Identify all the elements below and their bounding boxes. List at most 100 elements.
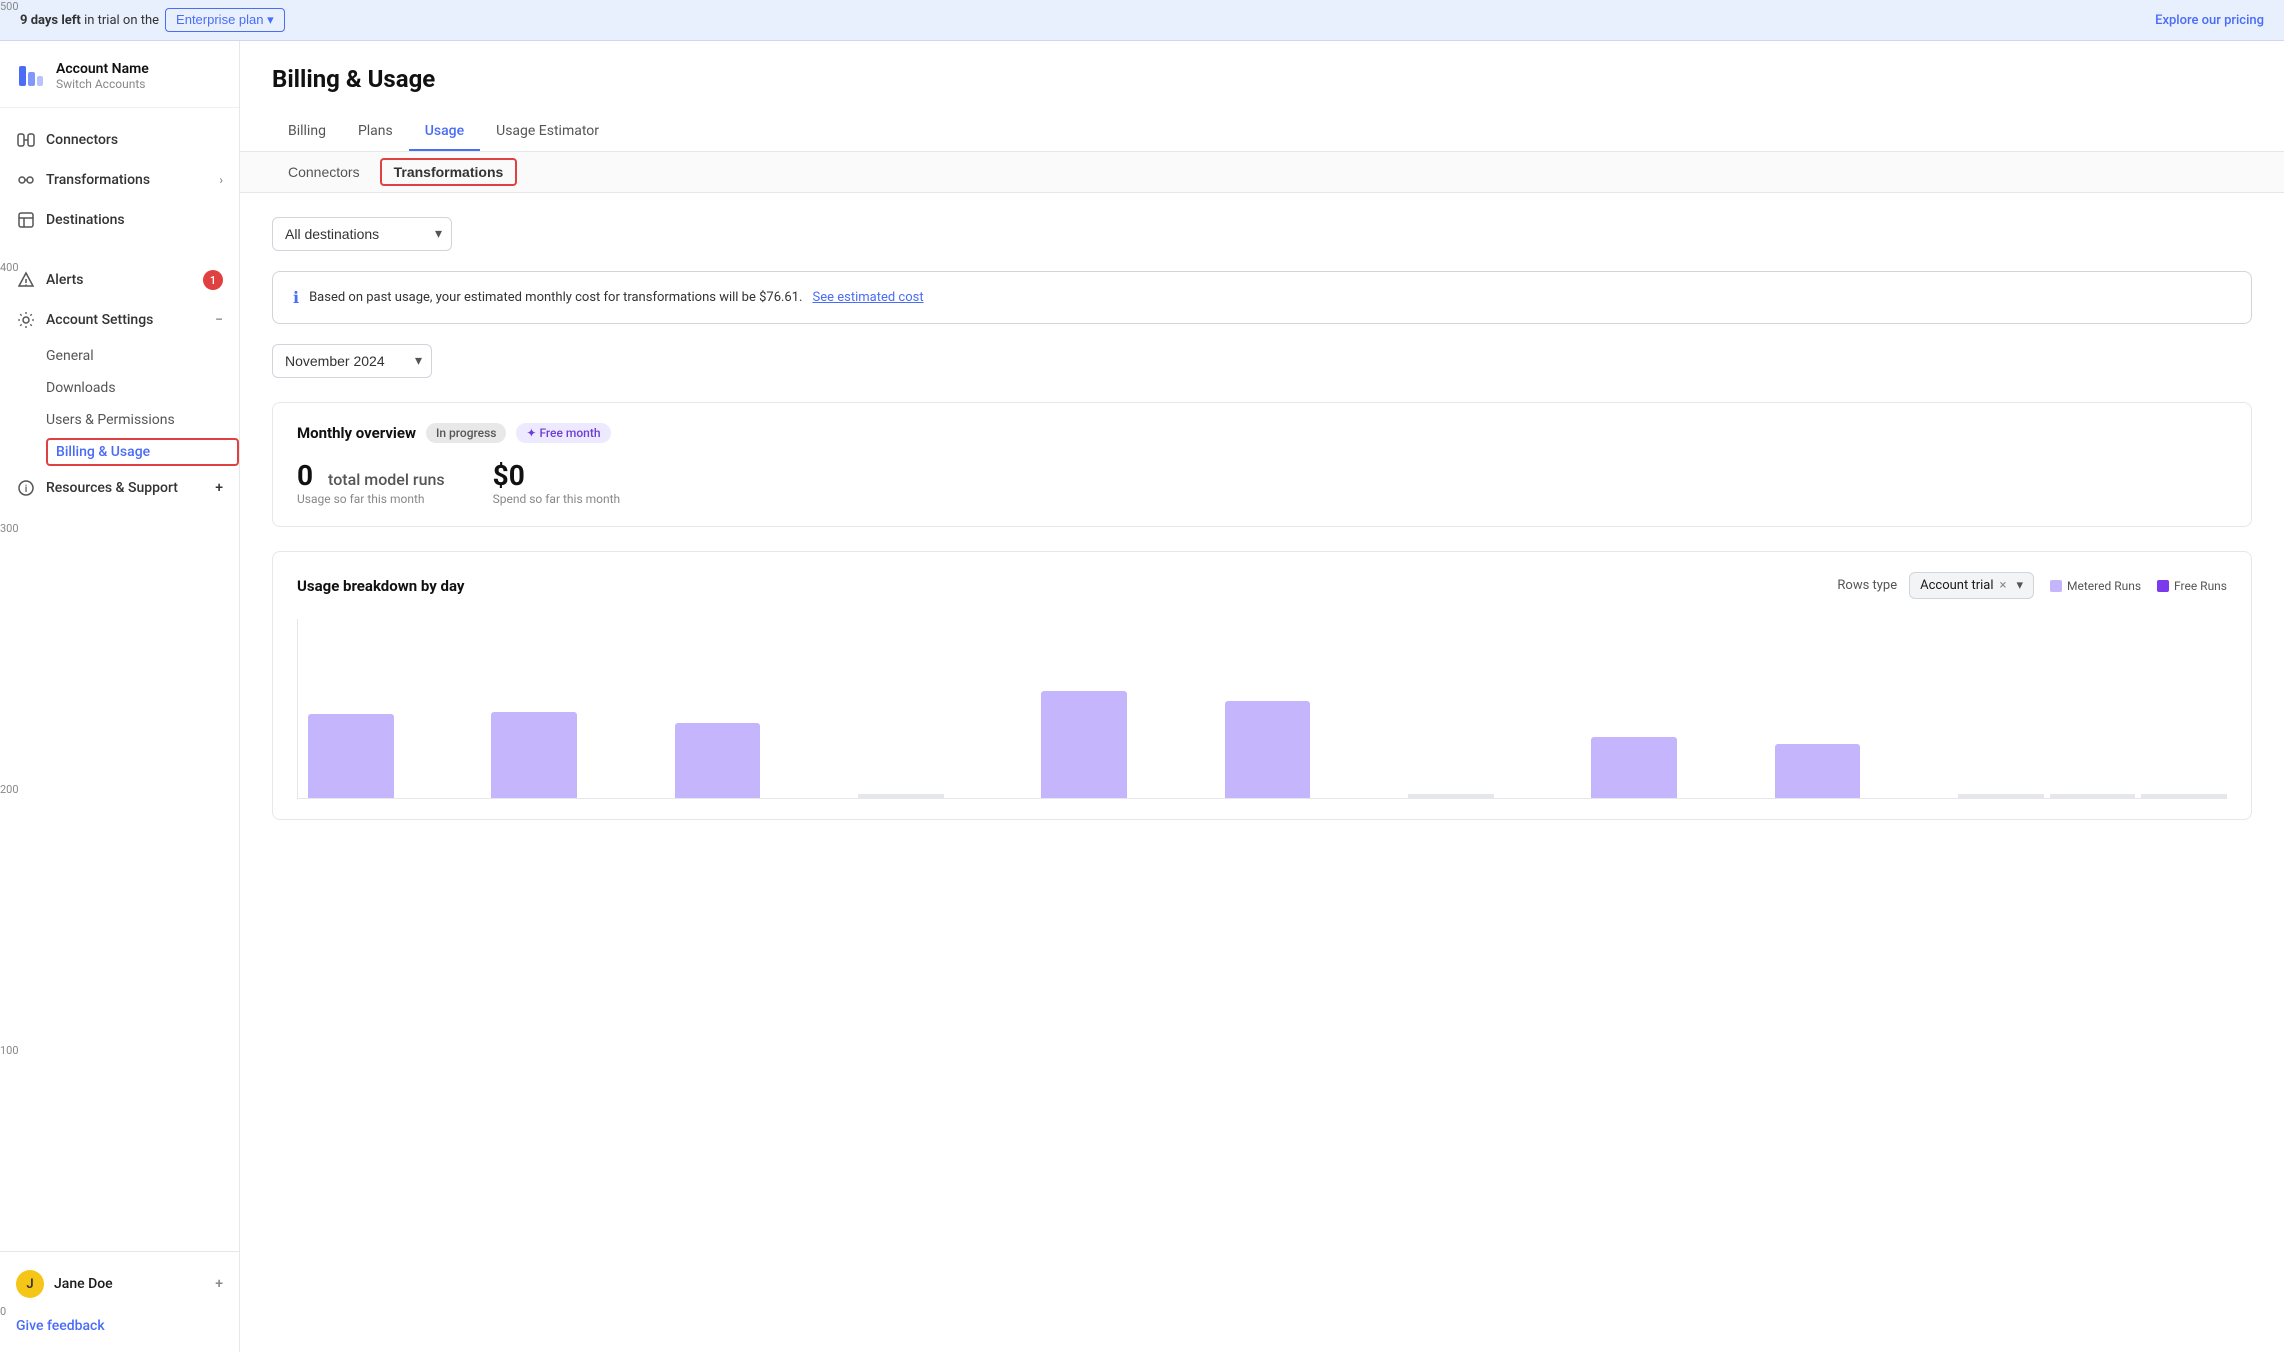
bar-1 xyxy=(308,714,394,798)
plus-icon: + xyxy=(215,480,223,496)
page-title: Billing & Usage xyxy=(272,65,2252,93)
chart-legend: Metered Runs Free Runs xyxy=(2050,579,2227,593)
monthly-overview-title: Monthly overview xyxy=(297,424,416,442)
sidebar: Account Name Switch Accounts Connectors … xyxy=(0,41,240,1352)
sidebar-bottom: J Jane Doe + Give feedback xyxy=(0,1251,239,1352)
sidebar-item-downloads[interactable]: Downloads xyxy=(46,372,239,404)
destinations-label: Destinations xyxy=(46,212,125,228)
resources-support-label: Resources & Support xyxy=(46,480,178,496)
bar-9 xyxy=(1775,744,1861,798)
give-feedback-link[interactable]: Give feedback xyxy=(0,1308,239,1344)
account-settings-section[interactable]: Account Settings − xyxy=(0,300,239,340)
bar-5 xyxy=(1041,691,1127,798)
info-box: ℹ Based on past usage, your estimated mo… xyxy=(272,271,2252,324)
bar-11 xyxy=(2050,794,2136,798)
destination-filter-wrapper[interactable]: All destinations xyxy=(272,217,452,251)
total-runs-sub: Usage so far this month xyxy=(297,492,445,506)
tab-usage[interactable]: Usage xyxy=(409,113,480,151)
usage-breakdown-card: Usage breakdown by day Rows type Account… xyxy=(272,551,2252,820)
month-select[interactable]: November 2024 October 2024 September 202… xyxy=(272,344,432,378)
monthly-overview-card: Monthly overview In progress ✦ Free mont… xyxy=(272,402,2252,527)
bar-7 xyxy=(1408,794,1494,798)
sidebar-item-alerts[interactable]: Alerts 1 xyxy=(0,260,239,300)
spend-label: Spend so far this month xyxy=(493,492,621,506)
bar-8 xyxy=(1591,737,1677,798)
total-runs-number: 0 total model runs xyxy=(297,459,445,492)
rows-type-tag-text: Account trial xyxy=(1920,578,1993,593)
total-runs-stat: 0 total model runs Usage so far this mon… xyxy=(297,459,445,506)
days-left-text: 9 days left in trial on the xyxy=(20,13,159,28)
sidebar-nav: Connectors Transformations › Destination… xyxy=(0,108,239,1251)
metered-legend-label: Metered Runs xyxy=(2067,579,2141,593)
free-month-badge: ✦ Free month xyxy=(516,423,610,443)
filter-bar: All destinations xyxy=(272,217,2252,251)
connectors-label: Connectors xyxy=(46,132,118,148)
tab-usage-estimator[interactable]: Usage Estimator xyxy=(480,113,615,151)
info-icon: ℹ xyxy=(293,288,299,307)
user-profile[interactable]: J Jane Doe + xyxy=(0,1260,239,1308)
spend-stat: $0 Spend so far this month xyxy=(493,459,621,506)
tab-plans[interactable]: Plans xyxy=(342,113,409,151)
month-select-wrapper[interactable]: November 2024 October 2024 September 202… xyxy=(272,344,432,378)
rows-type-section: Rows type Account trial × ▾ xyxy=(1837,572,2034,599)
main-tabs: Billing Plans Usage Usage Estimator xyxy=(272,113,2252,151)
sidebar-item-resources-support[interactable]: i Resources & Support + xyxy=(0,468,239,508)
bar-10 xyxy=(1958,794,2044,798)
chart-container: 500 400 300 200 100 0 xyxy=(297,619,2227,799)
usage-breakdown-title: Usage breakdown by day xyxy=(297,577,464,595)
destination-filter-select[interactable]: All destinations xyxy=(272,217,452,251)
in-progress-badge: In progress xyxy=(426,423,506,443)
metered-legend-dot xyxy=(2050,580,2062,592)
account-text: Account Name Switch Accounts xyxy=(56,61,149,91)
app-layout: Account Name Switch Accounts Connectors … xyxy=(0,41,2284,1352)
sidebar-item-connectors[interactable]: Connectors xyxy=(0,120,239,160)
sub-tabs: Connectors Transformations xyxy=(240,152,2284,193)
free-legend-dot xyxy=(2157,580,2169,592)
sidebar-item-billing-usage[interactable]: Billing & Usage xyxy=(46,438,239,466)
rows-type-remove-icon[interactable]: × xyxy=(2000,578,2007,593)
page-header: Billing & Usage Billing Plans Usage Usag… xyxy=(240,41,2284,152)
legend-metered: Metered Runs xyxy=(2050,579,2141,593)
tab-billing[interactable]: Billing xyxy=(272,113,342,151)
bar-2 xyxy=(491,712,577,798)
sidebar-item-transformations[interactable]: Transformations › xyxy=(0,160,239,200)
sub-tab-connectors[interactable]: Connectors xyxy=(272,152,376,192)
info-message: Based on past usage, your estimated mont… xyxy=(309,290,802,305)
user-name: Jane Doe xyxy=(54,1276,113,1292)
sidebar-item-general[interactable]: General xyxy=(46,340,239,372)
rows-type-tag[interactable]: Account trial × ▾ xyxy=(1909,572,2034,599)
bar-3 xyxy=(675,723,761,798)
enterprise-plan-button[interactable]: Enterprise plan ▾ xyxy=(165,8,285,32)
sidebar-item-users-permissions[interactable]: Users & Permissions xyxy=(46,404,239,436)
user-plus-icon: + xyxy=(215,1276,223,1292)
account-switcher[interactable]: Account Name Switch Accounts xyxy=(0,41,239,108)
alerts-badge: 1 xyxy=(203,270,223,290)
banner-left: 9 days left in trial on the Enterprise p… xyxy=(20,8,285,32)
legend-free: Free Runs xyxy=(2157,579,2227,593)
sub-tab-transformations[interactable]: Transformations xyxy=(380,158,518,186)
main-content: Billing & Usage Billing Plans Usage Usag… xyxy=(240,41,2284,1352)
rows-type-label: Rows type xyxy=(1837,578,1897,593)
account-settings-label: Account Settings xyxy=(46,312,153,328)
monthly-stats: 0 total model runs Usage so far this mon… xyxy=(297,459,2227,506)
explore-pricing-link[interactable]: Explore our pricing xyxy=(2155,13,2264,28)
account-settings-subitems: General Downloads Users & Permissions Bi… xyxy=(0,340,239,466)
month-selector-wrapper: November 2024 October 2024 September 202… xyxy=(272,344,2252,378)
monthly-overview-header: Monthly overview In progress ✦ Free mont… xyxy=(297,423,2227,443)
alerts-label: Alerts xyxy=(46,272,84,288)
minus-icon: − xyxy=(215,312,223,328)
transformations-label: Transformations xyxy=(46,172,150,188)
usage-breakdown-header: Usage breakdown by day Rows type Account… xyxy=(297,572,2227,599)
sidebar-item-destinations[interactable]: Destinations xyxy=(0,200,239,240)
free-legend-label: Free Runs xyxy=(2174,579,2227,593)
see-estimated-cost-link[interactable]: See estimated cost xyxy=(812,290,923,305)
bar-12 xyxy=(2141,794,2227,798)
bars-area xyxy=(297,619,2227,799)
rows-type-chevron-icon[interactable]: ▾ xyxy=(2016,578,2023,593)
bar-4 xyxy=(858,794,944,798)
bar-6 xyxy=(1225,701,1311,798)
trial-banner: 9 days left in trial on the Enterprise p… xyxy=(0,0,2284,41)
chevron-right-icon: › xyxy=(219,173,223,187)
content-area: All destinations ℹ Based on past usage, … xyxy=(240,193,2284,844)
spend-number: $0 xyxy=(493,459,621,492)
